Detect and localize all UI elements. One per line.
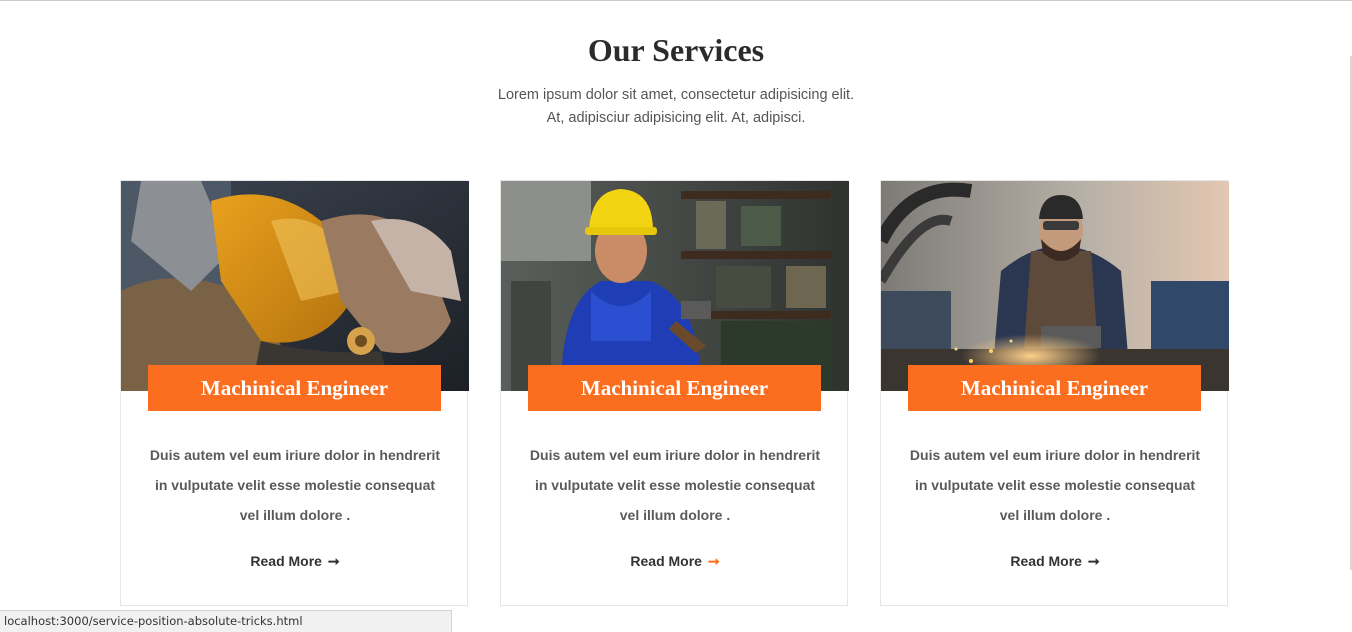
service-card: Machinical Engineer Duis autem vel eum i… bbox=[880, 180, 1229, 606]
card-image-gloves bbox=[121, 181, 469, 391]
window-top-border bbox=[0, 0, 1352, 1]
arrow-right-icon: ➞ bbox=[1087, 553, 1100, 569]
service-card: Machinical Engineer Duis autem vel eum i… bbox=[500, 180, 849, 606]
read-more-label: Read More bbox=[630, 553, 702, 569]
subtitle-line-2: At, adipisciur adipisicing elit. At, adi… bbox=[546, 110, 806, 126]
read-more-label: Read More bbox=[250, 553, 322, 569]
subtitle-line-1: Lorem ipsum dolor sit amet, consectetur … bbox=[497, 87, 855, 103]
card-description: Duis autem vel eum iriure dolor in hendr… bbox=[909, 447, 1201, 523]
card-image-helmet-worker bbox=[501, 181, 849, 391]
card-image-welder bbox=[881, 181, 1229, 391]
read-more-link[interactable]: Read More ➞ bbox=[121, 551, 469, 571]
card-title-badge: Machinical Engineer bbox=[148, 365, 441, 411]
card-description: Duis autem vel eum iriure dolor in hendr… bbox=[149, 447, 441, 523]
read-more-link[interactable]: Read More ➞ bbox=[881, 551, 1229, 571]
browser-status-bar: localhost:3000/service-position-absolute… bbox=[0, 610, 452, 632]
arrow-right-icon: ➞ bbox=[327, 553, 340, 569]
card-title-badge: Machinical Engineer bbox=[528, 365, 821, 411]
section-title: Our Services bbox=[587, 32, 765, 68]
card-description: Duis autem vel eum iriure dolor in hendr… bbox=[529, 447, 821, 523]
read-more-link[interactable]: Read More ➞ bbox=[501, 551, 849, 571]
read-more-label: Read More bbox=[1010, 553, 1082, 569]
service-card: Machinical Engineer Duis autem vel eum i… bbox=[120, 180, 469, 606]
arrow-right-icon: ➞ bbox=[707, 553, 720, 569]
card-title-badge: Machinical Engineer bbox=[908, 365, 1201, 411]
section-subtitle: Lorem ipsum dolor sit amet, consectetur … bbox=[426, 84, 926, 130]
